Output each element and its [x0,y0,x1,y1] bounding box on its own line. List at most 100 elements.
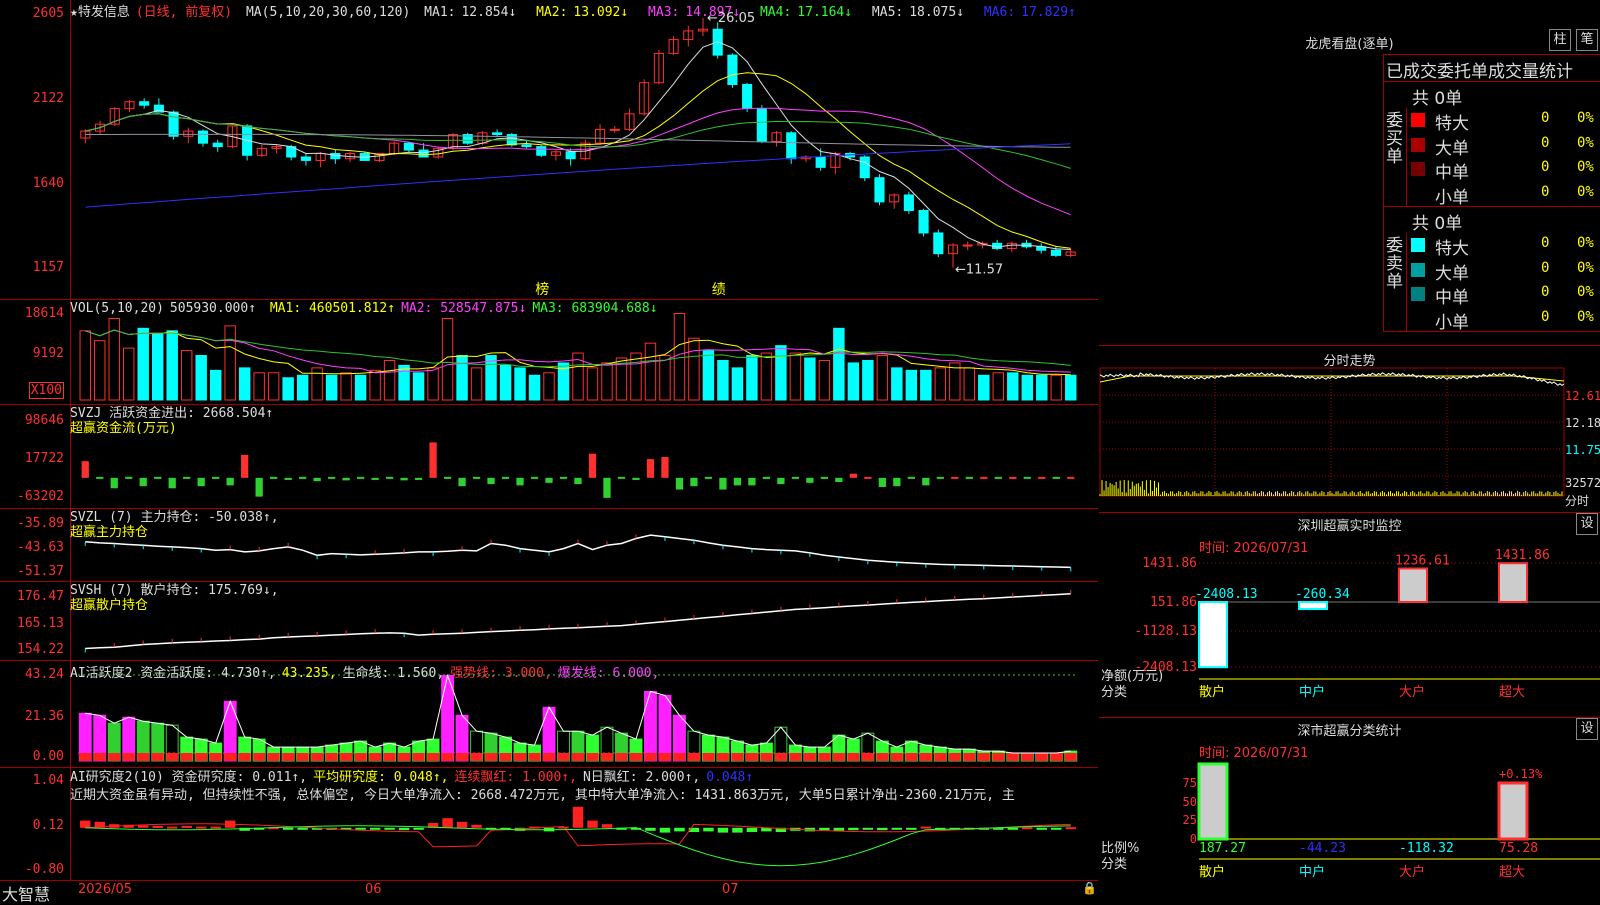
swatch [1411,113,1425,127]
vol-bar [514,367,526,401]
svzj-bar [835,477,843,483]
ai1-base-bar [528,753,541,761]
ai1-base-bar [340,753,353,761]
svzj-chart[interactable] [70,405,1098,508]
ai1-base-bar [861,753,874,761]
monitor-panel[interactable]: 深圳超赢实时监控 设 时间: 2026/07/31 1431.86 151.86-… [1099,513,1600,718]
vol-bar [804,357,816,401]
stat-y-tick: 50 [1183,795,1197,809]
svsh-chart[interactable] [70,582,1098,660]
intraday-chart[interactable] [1099,346,1600,512]
candle-body [418,149,429,158]
vol-bar [601,362,613,401]
ai-research-chart[interactable] [70,768,1098,880]
stat-y-tick: 25 [1183,813,1197,827]
svzj-bar [777,477,785,485]
lock-icon[interactable]: 🔒 [1082,881,1097,895]
bar-mode-button[interactable]: 柱 [1549,29,1571,51]
ai-activity-chart[interactable] [70,661,1098,767]
svzj-bar [328,476,336,479]
vol-bar [485,355,497,401]
y-tick: -51.37 [17,564,64,579]
ai-activity-pane[interactable]: 43.24 21.36 0.00 AI活跃度2 资金活跃度: 4.730↑, 43… [0,661,1098,768]
svzj-bar [1052,476,1060,479]
ai1-base-bar [195,753,208,761]
ai2-bar [471,824,482,828]
vol-bar [238,367,251,401]
ai2-bar [413,827,424,830]
stat-value: 187.27 [1199,841,1246,856]
ai1-base-bar [992,753,1005,761]
stat-panel[interactable]: 深市超赢分类统计 设 时间: 2026/07/31 75 50 25 0 比例% 分类 +0… [1099,718,1600,900]
vol-bar [470,367,483,401]
ai2-bar [717,827,729,833]
order-type: 大单 [1435,138,1469,159]
order-pct: 0% [1577,183,1594,200]
volume-chart[interactable] [70,300,1098,404]
svzj-bar [762,476,771,479]
ai1-base-bar [601,753,613,761]
vol-bar [717,359,729,401]
svzj-bar [1038,476,1046,479]
volume-pane[interactable]: 18614 9192 X100 VOL(5,10,20) 505930.000↑ … [0,300,1098,405]
ai1-base-bar [876,753,889,761]
svzj-bar [96,476,104,479]
order-type: 中单 [1435,288,1469,308]
vol-bar [688,337,700,401]
monitor-cat: 散户 [1199,684,1225,700]
candle-body [903,194,914,212]
svzj-pane[interactable]: 98646 17722 -63202 SVZJ 活跃资金进出: 2668.504… [0,405,1098,509]
stat-value: 75.28 [1499,841,1538,856]
order-count: 0 [1541,110,1550,126]
monitor-xlabel: 分类 [1101,685,1127,700]
vol-bar [253,372,265,401]
svzj-bar [1067,476,1075,479]
order-row: 特大 0 0% [1407,233,1600,259]
svzj-bar [603,477,611,498]
candle-body [874,177,885,203]
tick-mode-button[interactable]: 笔 [1576,29,1598,51]
ai2-bar [572,806,584,828]
ai1-base-bar [253,753,266,761]
svzj-bar [530,476,539,479]
svzj-bar [356,476,365,479]
ai-research-pane[interactable]: 1.04 0.12 -0.80 AI研究度2(10) 资金研究度: 0.011↑… [0,768,1098,881]
ai1-base-bar [963,753,976,761]
order-pct: 0% [1577,134,1594,151]
ai2-bar [297,827,308,830]
ai1-base-bar [948,753,961,761]
stat-chart[interactable]: 75 50 25 0 比例%分类 +0.13% 187.27 -44.23 -118.32 75.… [1099,718,1600,900]
order-count: 0 [1541,308,1550,325]
svzj-bar [690,477,698,487]
intraday-tick: 11.75 [1565,443,1600,457]
ai2-bar [891,827,903,830]
ai1-base-bar [470,753,483,761]
price-chart[interactable]: ←26.05 ←11.57 榜 绩 [70,0,1098,299]
svzj-bar [516,477,524,486]
svzj-bar [125,476,133,479]
svsh-y-axis: 176.47 165.13 154.22 [0,582,71,660]
ai1-base-bar [803,753,816,761]
svzl-chart[interactable] [70,509,1098,581]
y-tick: X100 [28,382,64,399]
svzj-bar [574,477,582,485]
ai2-bar [282,827,294,830]
monitor-y-tick: 1431.86 [1142,556,1197,571]
y-tick: -0.80 [24,862,64,877]
y-tick: 176.47 [17,589,64,604]
swatch [1411,311,1425,326]
intraday-panel[interactable]: 分时走势 12.61 12.18 11.75 32572 分时 [1099,346,1600,513]
order-count: 0 [1541,284,1550,300]
ai1-base-bar [1006,753,1019,761]
ai2-bar [152,825,163,828]
monitor-chart[interactable]: 1431.86151.86-1128.13-2408.13净额(万元)分类-24… [1099,513,1600,717]
svzj-bar [284,477,292,480]
buy-label: 委买单 [1386,111,1403,167]
svzl-pane[interactable]: -35.89 -43.63 -51.37 SVZL (7) 主力持仓: -50.… [0,509,1098,582]
order-count: 0 [1541,259,1550,276]
ai1-base-bar [644,753,657,761]
price-pane[interactable]: 2605 2122 1640 1157 ★特发信息 (日线, 前复权) MA(5,… [0,0,1098,300]
y-tick: 98646 [24,413,64,428]
svzj-bar [559,476,568,479]
svsh-pane[interactable]: 176.47 165.13 154.22 SVSH (7) 散户持仓: 175.… [0,582,1098,661]
